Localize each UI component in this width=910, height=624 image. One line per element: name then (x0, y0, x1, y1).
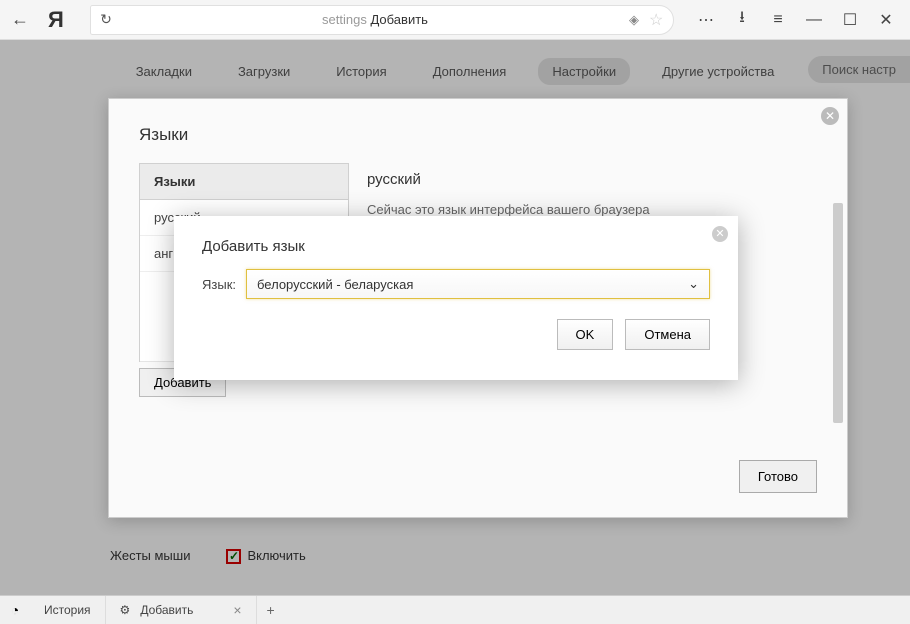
languages-title: Языки (109, 99, 847, 163)
current-language-desc: Сейчас это язык интерфейса вашего браузе… (367, 202, 799, 217)
minimize-icon[interactable]: — (796, 2, 832, 38)
add-dialog-title: Добавить язык (174, 216, 738, 269)
close-icon[interactable]: ✕ (712, 226, 728, 242)
scrollbar[interactable] (833, 203, 843, 423)
address-bar[interactable]: ↻ settings Добавить ◈ ☆ (90, 5, 674, 35)
taskbar-tab-history[interactable]: История (30, 596, 106, 624)
language-label: Язык: (202, 277, 236, 292)
yandex-logo[interactable]: Я (40, 7, 70, 33)
close-window-icon[interactable]: ✕ (868, 2, 904, 38)
close-icon[interactable]: ✕ (821, 107, 839, 125)
toolbar-icons: ⋯ ⭳ ≡ — ☐ ✕ (682, 2, 910, 38)
titlebar: ← Я ↻ settings Добавить ◈ ☆ ⋯ ⭳ ≡ — ☐ ✕ (0, 0, 910, 40)
taskbar-tab-add[interactable]: ⚙ Добавить × (106, 596, 257, 624)
sidebar-header: Языки (140, 164, 348, 200)
clock-icon[interactable]: ◔ (0, 602, 30, 618)
current-language-title: русский (367, 171, 799, 188)
tab-close-icon[interactable]: × (233, 602, 241, 618)
downloads-icon[interactable]: ⭳ (724, 2, 760, 38)
gear-icon: ⚙ (120, 603, 131, 617)
chevron-down-icon: ⌄ (688, 276, 699, 292)
shield-icon[interactable]: ◈ (629, 12, 649, 28)
cancel-button[interactable]: Отмена (625, 319, 710, 350)
more-icon[interactable]: ⋯ (688, 2, 724, 38)
maximize-icon[interactable]: ☐ (832, 2, 868, 38)
ok-button[interactable]: OK (557, 319, 614, 350)
done-button[interactable]: Готово (739, 460, 817, 493)
reload-icon[interactable]: ↻ (91, 11, 121, 28)
bookmark-star-icon[interactable]: ☆ (649, 10, 673, 30)
language-select[interactable]: белорусский - беларуская ⌄ (246, 269, 710, 299)
taskbar: ◔ История ⚙ Добавить × + (0, 595, 910, 623)
url-text: settings Добавить (121, 12, 629, 27)
menu-icon[interactable]: ≡ (760, 2, 796, 38)
back-button[interactable]: ← (0, 9, 40, 30)
selected-language: белорусский - беларуская (257, 277, 413, 292)
add-language-dialog: ✕ Добавить язык Язык: белорусский - бела… (174, 216, 738, 380)
new-tab-button[interactable]: + (257, 602, 285, 618)
